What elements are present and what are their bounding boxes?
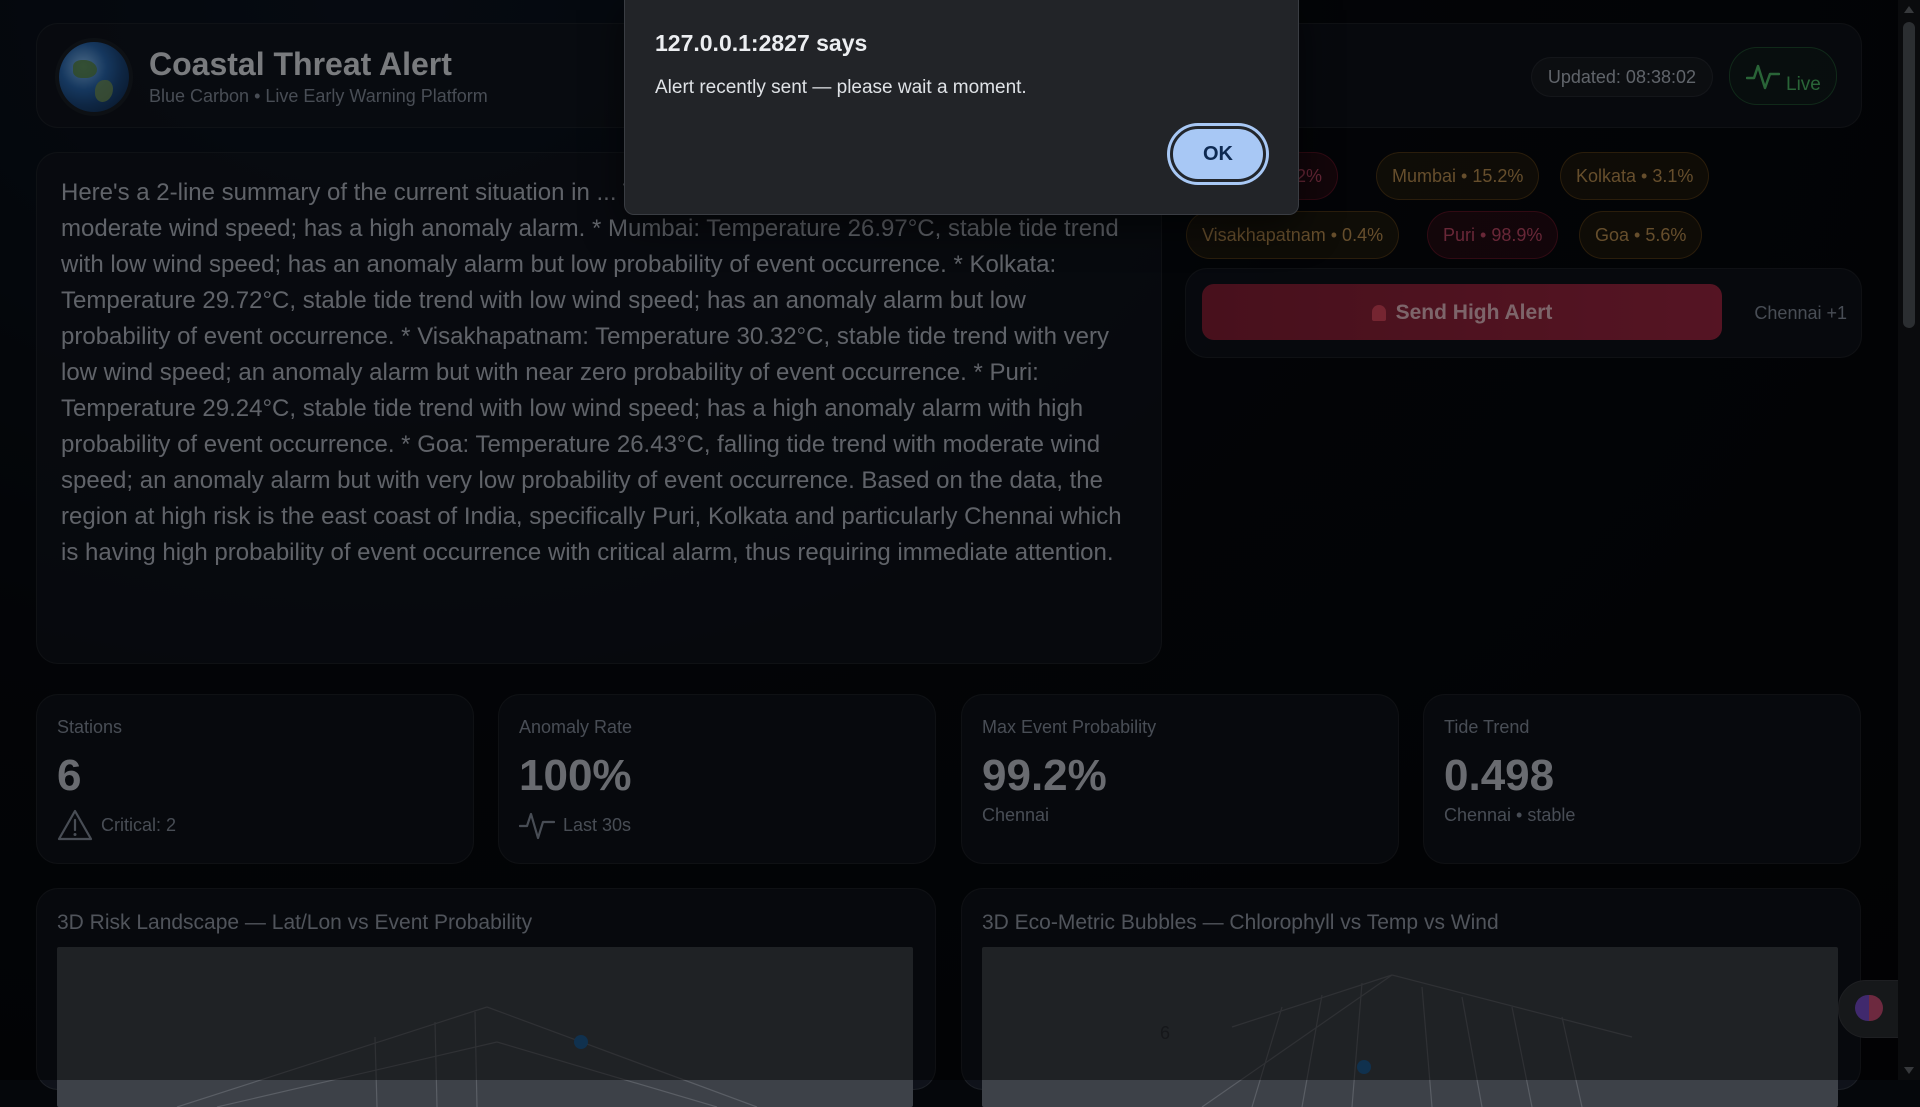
dialog-title: 127.0.0.1:2827 says	[655, 30, 868, 56]
app-root: Coastal Threat Alert Blue Carbon • Live …	[0, 0, 1920, 1107]
dialog-ok-button[interactable]: OK	[1170, 126, 1266, 182]
dialog-message: Alert recently sent — please wait a mome…	[655, 77, 1027, 98]
browser-alert-dialog: 127.0.0.1:2827 says Alert recently sent …	[624, 0, 1299, 215]
